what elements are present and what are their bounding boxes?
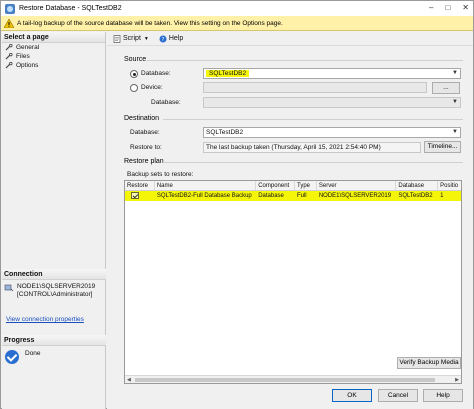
server-connection-icon — [4, 283, 14, 293]
progress-status: Done — [2, 346, 106, 368]
cancel-button[interactable]: Cancel — [378, 389, 418, 402]
database-radio-label: Database: — [141, 70, 171, 77]
backup-sets-label: Backup sets to restore: — [127, 171, 194, 178]
device-database-combo: ▼ — [203, 97, 461, 108]
source-database-sub-label: Database: — [151, 99, 181, 106]
connection-header: Connection — [2, 269, 106, 280]
page-item-label: General — [16, 44, 40, 51]
restore-plan-group-label: Restore plan — [124, 158, 164, 165]
column-header-type[interactable]: Type — [295, 181, 317, 190]
column-header-database[interactable]: Database — [396, 181, 439, 190]
verify-backup-media-button[interactable]: Verify Backup Media — [397, 357, 461, 369]
source-database-combo[interactable]: SQLTestDB2 ▼ — [203, 68, 461, 79]
wrench-icon — [5, 43, 13, 51]
restore-plan-divider — [163, 162, 463, 163]
progress-header: Progress — [2, 335, 106, 346]
select-a-page-header: Select a page — [2, 32, 105, 43]
script-button[interactable]: Script ▼ — [113, 34, 149, 43]
source-group-label: Source — [124, 56, 147, 63]
destination-database-combo[interactable]: SQLTestDB2 ▼ — [203, 127, 461, 138]
chevron-down-icon: ▼ — [143, 35, 149, 42]
cell-name: SQLTestDB2-Full Database Backup — [156, 193, 252, 199]
cell-component: Database — [258, 193, 284, 199]
column-header-name[interactable]: Name — [155, 181, 257, 190]
minimize-icon[interactable]: – — [429, 3, 433, 12]
table-row[interactable]: SQLTestDB2-Full Database Backup Database… — [125, 191, 461, 201]
chevron-down-icon: ▼ — [452, 70, 458, 76]
scroll-left-icon[interactable]: ◀ — [127, 376, 131, 383]
chevron-down-icon: ▼ — [452, 99, 458, 105]
page-item-label: Options — [16, 62, 39, 69]
warning-icon — [4, 18, 14, 28]
help-toolbar-button[interactable]: ? Help — [159, 35, 183, 43]
page-item-options[interactable]: Options — [2, 61, 105, 70]
left-pane: Select a page General Files Options Conn… — [2, 32, 106, 409]
help-label: Help — [168, 35, 184, 42]
done-check-icon — [5, 350, 19, 364]
device-field — [203, 82, 427, 93]
view-connection-properties-link[interactable]: View connection properties — [2, 316, 106, 323]
chevron-down-icon: ▼ — [452, 129, 458, 135]
restore-checkbox-cell[interactable] — [125, 191, 155, 201]
destination-group-label: Destination — [124, 115, 160, 122]
script-label: Script — [123, 35, 141, 42]
script-icon — [113, 34, 121, 43]
restore-database-dialog: Restore Database - SQLTestDB2 – □ ✕ A ta… — [0, 0, 474, 409]
scrollbar-thumb[interactable] — [135, 378, 435, 382]
page-item-files[interactable]: Files — [2, 52, 105, 61]
page-item-general[interactable]: General — [2, 43, 105, 52]
device-radio-label: Device: — [141, 84, 163, 91]
cell-position: 1 — [440, 193, 444, 199]
restore-to-field: The last backup taken (Thursday, April 1… — [203, 142, 421, 153]
database-radio[interactable] — [130, 70, 138, 78]
cell-type: Full — [296, 193, 307, 199]
progress-section: Progress Done — [2, 335, 106, 368]
device-browse-button: ... — [432, 82, 460, 94]
wrench-icon — [5, 52, 13, 60]
svg-text:?: ? — [161, 37, 164, 43]
cell-server: NODE1\SQLSERVER2019 — [318, 193, 392, 199]
progress-status-text: Done — [25, 350, 41, 357]
window-title: Restore Database - SQLTestDB2 — [19, 5, 122, 12]
connection-server: NODE1\SQLSERVER2019 — [17, 283, 96, 290]
maximize-icon[interactable]: □ — [445, 3, 450, 12]
column-header-position[interactable]: Positio — [438, 181, 461, 190]
source-database-value: SQLTestDB2 — [206, 70, 250, 77]
close-icon[interactable]: ✕ — [462, 3, 469, 12]
tail-log-warning-banner: A tail-log backup of the source database… — [1, 16, 473, 31]
device-radio[interactable] — [130, 84, 138, 92]
scroll-right-icon[interactable]: ▶ — [455, 376, 459, 383]
connection-info: NODE1\SQLSERVER2019 [CONTROL\Administrat… — [2, 280, 106, 299]
page-item-label: Files — [16, 53, 30, 60]
column-header-component[interactable]: Component — [256, 181, 295, 190]
grid-header: Restore Name Component Type Server Datab… — [125, 181, 461, 191]
window-controls: – □ ✕ — [429, 3, 469, 12]
help-icon: ? — [159, 35, 167, 43]
restore-to-label: Restore to: — [130, 144, 162, 151]
connection-user: [CONTROL\Administrator] — [17, 291, 93, 298]
database-icon — [5, 3, 15, 14]
destination-database-value: SQLTestDB2 — [206, 129, 244, 136]
column-header-server[interactable]: Server — [317, 181, 397, 190]
source-divider — [147, 60, 463, 61]
column-header-restore[interactable]: Restore — [125, 181, 155, 190]
connection-section: Connection NODE1\SQLSERVER2019 [CONTROL\… — [2, 269, 106, 323]
restore-checkbox[interactable] — [131, 192, 139, 199]
help-button[interactable]: Help — [423, 389, 463, 402]
timeline-button[interactable]: Timeline... — [424, 141, 461, 153]
toolbar: Script ▼ ? Help — [107, 32, 473, 46]
backup-sets-grid[interactable]: Restore Name Component Type Server Datab… — [124, 180, 462, 384]
banner-text: A tail-log backup of the source database… — [17, 19, 283, 27]
wrench-icon — [5, 61, 13, 69]
horizontal-scrollbar[interactable]: ◀ ▶ — [125, 375, 461, 383]
title-bar: Restore Database - SQLTestDB2 – □ ✕ — [1, 1, 473, 16]
destination-divider — [163, 119, 463, 120]
right-pane: Script ▼ ? Help Source Database: SQLTest… — [107, 32, 473, 409]
destination-database-label: Database: — [130, 129, 160, 136]
cell-database: SQLTestDB2 — [398, 193, 433, 199]
ok-button[interactable]: OK — [332, 389, 372, 402]
